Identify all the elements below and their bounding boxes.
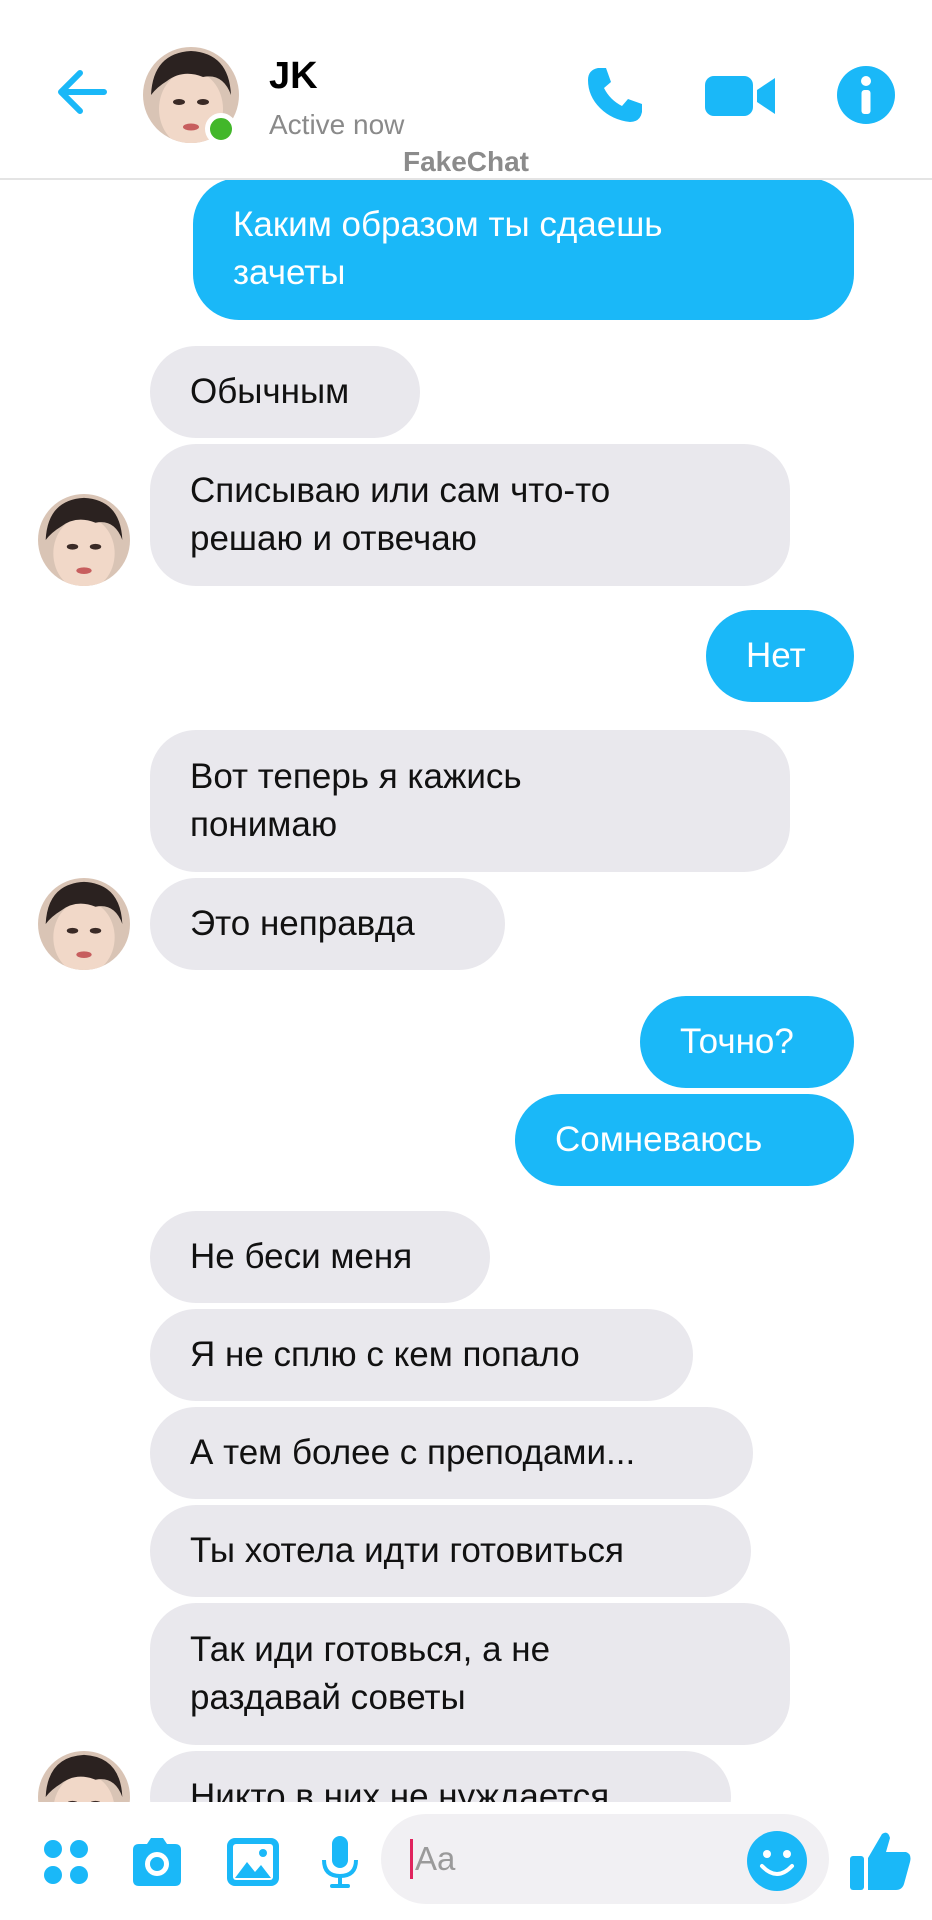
apps-icon[interactable]	[36, 1832, 96, 1892]
message-text: Списываю или сам что-то решаю и отвечаю	[190, 471, 611, 558]
text-caret	[410, 1839, 413, 1879]
incoming-message[interactable]: Ты хотела идти готовиться	[150, 1505, 751, 1597]
outgoing-message[interactable]: Нет	[706, 610, 854, 702]
phone-icon[interactable]	[582, 62, 648, 128]
message-text: Каким образом ты сдаешь зачеты	[233, 205, 663, 292]
message-text: Я не сплю с кем попало	[190, 1335, 580, 1374]
camera-icon[interactable]	[127, 1832, 187, 1892]
watermark-label: FakeChat	[402, 146, 530, 177]
incoming-message[interactable]: Вот теперь я кажись понимаю	[150, 730, 790, 872]
message-text: Сомневаюсь	[555, 1120, 763, 1159]
message-text: Точно?	[680, 1022, 794, 1061]
microphone-icon[interactable]	[310, 1832, 370, 1892]
message-text: Не беси меня	[190, 1237, 413, 1276]
incoming-message[interactable]: Обычным	[150, 346, 420, 438]
message-text: Нет	[746, 636, 806, 675]
message-text: Ты хотела идти готовиться	[190, 1531, 625, 1570]
message-list[interactable]: Каким образом ты сдаешь зачеты Обычным Спи…	[0, 180, 932, 1802]
message-text: Это неправда	[190, 904, 415, 943]
gallery-icon[interactable]	[223, 1832, 283, 1892]
thumbs-up-icon[interactable]	[848, 1826, 914, 1894]
video-camera-icon[interactable]	[703, 62, 777, 128]
contact-status: Active now	[269, 109, 405, 140]
incoming-message[interactable]: Так иди готовься, а не раздавай советы	[150, 1603, 790, 1745]
info-icon[interactable]	[833, 62, 899, 128]
active-status-dot	[205, 113, 237, 145]
incoming-message[interactable]: А тем более с преподами...	[150, 1407, 753, 1499]
sender-avatar[interactable]	[38, 494, 130, 586]
incoming-message[interactable]: Никто в них не нуждается	[150, 1751, 731, 1802]
emoji-icon[interactable]	[744, 1828, 810, 1894]
message-text: А тем более с преподами...	[190, 1433, 636, 1472]
incoming-message[interactable]: Это неправда	[150, 878, 505, 970]
message-text: Обычным	[190, 372, 350, 411]
incoming-message[interactable]: Не беси меня	[150, 1211, 490, 1303]
message-text: Вот теперь я кажись понимаю	[190, 757, 522, 844]
outgoing-message[interactable]: Каким образом ты сдаешь зачеты	[193, 180, 854, 320]
outgoing-message[interactable]: Точно?	[640, 996, 854, 1088]
outgoing-message[interactable]: Сомневаюсь	[515, 1094, 854, 1186]
incoming-message[interactable]: Списываю или сам что-то решаю и отвечаю	[150, 444, 790, 586]
back-arrow-icon[interactable]	[50, 60, 114, 124]
incoming-message[interactable]: Я не сплю с кем попало	[150, 1309, 693, 1401]
message-text: Так иди готовься, а не раздавай советы	[190, 1630, 551, 1717]
sender-avatar[interactable]	[38, 878, 130, 970]
sender-avatar[interactable]	[38, 1751, 130, 1802]
placeholder-text: Aa	[415, 1840, 456, 1877]
contact-name[interactable]: JK	[269, 55, 318, 98]
message-text: Никто в них не нуждается	[190, 1777, 610, 1802]
message-input-placeholder: Aa	[410, 1836, 455, 1882]
